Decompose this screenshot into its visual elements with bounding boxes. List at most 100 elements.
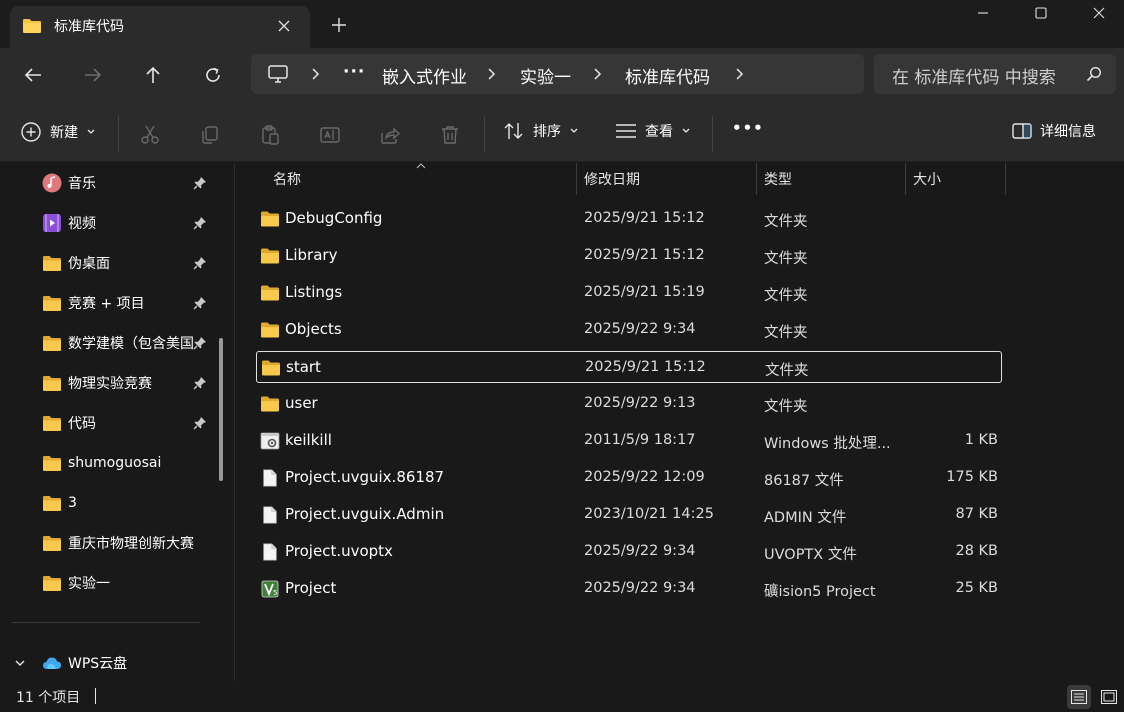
up-button[interactable] (136, 60, 170, 90)
folder-icon (43, 375, 61, 391)
new-tab-button[interactable] (326, 12, 352, 38)
tab-current[interactable]: 标准库代码 (10, 6, 310, 48)
minimize-button[interactable] (960, 0, 1006, 26)
file-row[interactable]: 5 Project 2025/9/22 9:34 礦ision5 Project 25 … (256, 573, 1002, 605)
svg-text:5: 5 (273, 589, 277, 597)
column-header-date[interactable]: 修改日期 (584, 163, 640, 195)
sidebar-item[interactable]: 实验一 (42, 565, 196, 601)
forward-button[interactable] (76, 60, 110, 90)
new-button[interactable]: 新建 (20, 121, 96, 143)
sidebar-item[interactable]: 竞赛 + 项目 (42, 285, 196, 321)
batch-file-icon (260, 432, 280, 450)
breadcrumb-overflow[interactable]: ··· (343, 62, 365, 82)
sidebar-item-label: 实验一 (68, 576, 110, 592)
file-row[interactable]: Project.uvguix.Admin 2023/10/21 14:25 ADMI… (256, 499, 1002, 531)
more-label: ••• (732, 119, 764, 137)
file-size: 28 KB (955, 543, 998, 559)
details-label: 详细信息 (1040, 124, 1096, 140)
chevron-down-icon[interactable] (14, 658, 26, 668)
file-row[interactable]: user 2025/9/22 9:13 文件夹 (256, 388, 1002, 420)
copy-icon[interactable] (198, 123, 222, 147)
tiles-view-button[interactable] (1097, 685, 1121, 709)
file-row[interactable]: Listings 2025/9/21 15:19 文件夹 (256, 277, 1002, 309)
music-icon (42, 173, 62, 193)
sidebar-scrollbar[interactable] (219, 338, 223, 481)
file-date: 2025/9/22 12:09 (584, 469, 705, 485)
file-date: 2025/9/22 9:34 (584, 580, 696, 596)
close-tab-icon[interactable] (272, 14, 296, 38)
file-date: 2011/5/9 18:17 (584, 432, 696, 448)
sidebar-item[interactable]: 3 (42, 485, 196, 521)
sidebar-item[interactable]: 视频 (42, 205, 196, 241)
sidebar-item[interactable]: 代码 (42, 405, 196, 441)
cut-icon[interactable] (138, 123, 162, 147)
file-row[interactable]: Project.uvoptx 2025/9/22 9:34 UVOPTX 文件 28 … (256, 536, 1002, 568)
video-icon (43, 214, 61, 232)
view-icon (616, 124, 636, 138)
share-icon[interactable] (378, 123, 402, 147)
rename-icon[interactable] (318, 123, 342, 147)
column-header-size[interactable]: 大小 (913, 163, 941, 195)
refresh-button[interactable] (196, 60, 230, 90)
file-name: Project.uvguix.86187 (285, 468, 445, 486)
back-button[interactable] (16, 60, 50, 90)
sort-button[interactable]: 排序 (503, 121, 579, 141)
sidebar-item[interactable]: 重庆市物理创新大赛 (42, 525, 196, 561)
chevron-down-icon (87, 129, 95, 134)
file-name: Project.uvoptx (285, 542, 393, 560)
cloud-icon (43, 657, 61, 669)
file-row[interactable]: Library 2025/9/21 15:12 文件夹 (256, 240, 1002, 272)
sort-icon (504, 123, 523, 139)
breadcrumb-item[interactable]: 标准库代码 (625, 63, 710, 88)
file-type: 文件夹 (764, 399, 808, 415)
folder-icon (261, 322, 279, 338)
sidebar-divider (12, 622, 200, 623)
search-box[interactable]: 在 标准库代码 中搜索 (874, 54, 1116, 94)
breadcrumb-item[interactable]: 嵌入式作业 (382, 63, 467, 88)
folder-icon (43, 575, 61, 591)
column-header-type[interactable]: 类型 (764, 163, 792, 195)
file-name: user (285, 394, 318, 412)
column-header-name[interactable]: 名称 (273, 163, 301, 195)
folder-icon (43, 255, 61, 271)
sidebar-item-label: 物理实验竞赛 (68, 376, 152, 392)
file-name: Project (285, 579, 337, 597)
sidebar-item[interactable]: 音乐 (42, 165, 196, 201)
sidebar-item[interactable]: 物理实验竞赛 (42, 365, 196, 401)
close-window-button[interactable] (1076, 0, 1122, 26)
file-name: DebugConfig (285, 209, 383, 227)
file-row[interactable]: start 2025/9/21 15:12 文件夹 (256, 351, 1002, 383)
file-date: 2025/9/22 9:34 (584, 321, 696, 337)
details-pane-button[interactable]: 详细信息 (1012, 121, 1096, 141)
folder-icon (43, 295, 61, 311)
file-name: Listings (285, 283, 343, 301)
file-name: Library (285, 246, 338, 264)
sidebar-item[interactable]: shumoguosai (42, 445, 196, 481)
file-row[interactable]: DebugConfig 2025/9/21 15:12 文件夹 (256, 203, 1002, 235)
file-row[interactable]: Project.uvguix.86187 2025/9/22 12:09 86187… (256, 462, 1002, 494)
details-view-button[interactable] (1067, 685, 1091, 709)
chevron-down-icon (682, 128, 690, 133)
title-bar: 标准库代码 (0, 0, 1124, 48)
sidebar-item[interactable]: 数学建模（包含美国 (42, 325, 196, 361)
address-bar[interactable]: ··· 嵌入式作业 实验一 标准库代码 (251, 54, 864, 94)
delete-icon[interactable] (438, 123, 462, 147)
view-button[interactable]: 查看 (615, 121, 691, 141)
file-date: 2025/9/21 15:19 (584, 284, 705, 300)
more-options-button[interactable]: ••• (732, 119, 764, 137)
maximize-button[interactable] (1018, 0, 1064, 26)
folder-icon (23, 19, 41, 33)
details-view-icon (1071, 690, 1087, 704)
sidebar-item-label: 数学建模（包含美国 (68, 336, 194, 352)
sidebar-item[interactable]: 伪桌面 (42, 245, 196, 281)
file-row[interactable]: keilkill 2011/5/9 18:17 Windows 批处理... 1 KB (256, 425, 1002, 457)
search-placeholder: 在 标准库代码 中搜索 (892, 68, 1056, 88)
breadcrumb-item[interactable]: 实验一 (520, 63, 571, 88)
sidebar-item-label: WPS云盘 (68, 656, 128, 672)
folder-icon (43, 335, 61, 351)
paste-icon[interactable] (258, 123, 282, 147)
sidebar-item-wps-cloud[interactable]: WPS云盘 (42, 645, 196, 681)
status-bar: 11 个项目 (0, 681, 1124, 712)
file-row[interactable]: Objects 2025/9/22 9:34 文件夹 (256, 314, 1002, 346)
chevron-right-icon[interactable] (733, 66, 747, 82)
